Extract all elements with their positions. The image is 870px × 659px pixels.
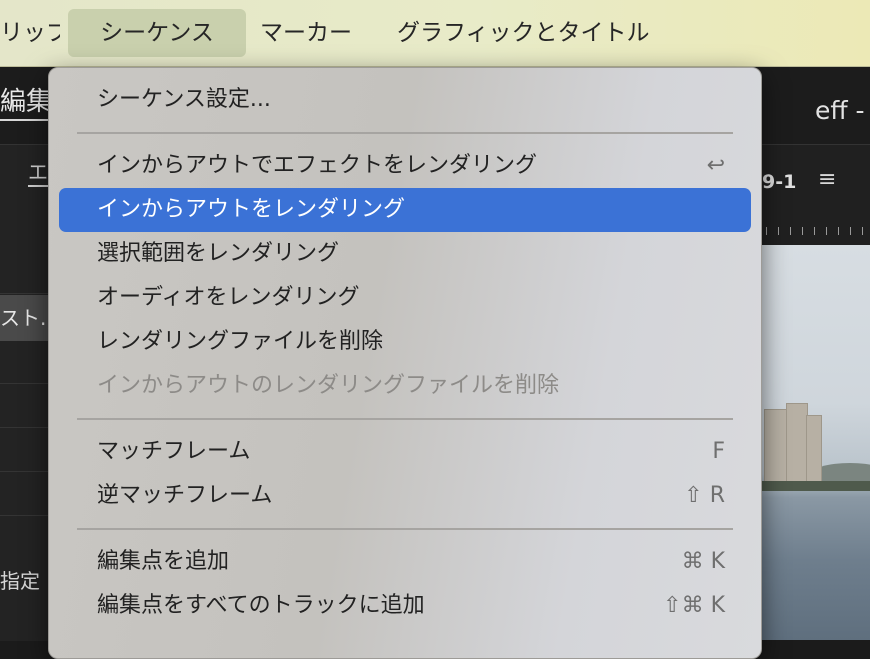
menu-item-highlighted[interactable]: インからアウトをレンダリング: [59, 188, 751, 232]
menu-item-label: マッチフレーム: [97, 439, 251, 464]
workspace-tab-edit[interactable]: 編集: [0, 87, 53, 121]
menu-item-label: 編集点をすべてのトラックに追加: [97, 593, 425, 618]
menu-item-label: オーディオをレンダリング: [97, 285, 360, 310]
sequence-name[interactable]: 9-1: [762, 171, 796, 193]
menu-separator: [77, 528, 733, 530]
menu-item-label: 逆マッチフレーム: [97, 483, 273, 508]
menu-item[interactable]: 編集点をすべてのトラックに追加 ⇧⌘ K: [59, 584, 751, 628]
menu-item-shortcut: ⇧⌘ K: [663, 593, 725, 618]
menu-sequence[interactable]: シーケンス: [68, 9, 246, 57]
menu-marker[interactable]: マーカー: [260, 9, 352, 57]
menu-item-shortcut: ⌘ K: [681, 549, 725, 574]
window-title: eff - 編: [815, 96, 870, 125]
menu-separator: [77, 132, 733, 134]
menu-clip[interactable]: リップ: [0, 9, 60, 57]
panel-label: 指定: [0, 569, 40, 593]
timecode-ruler[interactable]: [760, 227, 870, 239]
menu-item[interactable]: 選択範囲をレンダリング: [59, 232, 751, 276]
program-monitor-video: [760, 245, 870, 640]
video-building: [806, 415, 822, 483]
divider: [0, 427, 48, 428]
menu-item[interactable]: オーディオをレンダリング: [59, 276, 751, 320]
divider: [0, 383, 48, 384]
menu-item[interactable]: マッチフレーム F: [59, 430, 751, 474]
divider: [0, 293, 48, 294]
menu-item-label: インからアウトでエフェクトをレンダリング: [97, 153, 538, 178]
project-panel: エ スト.. 指定: [0, 144, 48, 641]
menu-item-shortcut: ↩: [706, 153, 725, 178]
menu-separator: [77, 418, 733, 420]
menu-item-shortcut: F: [712, 439, 725, 464]
menu-graphics-and-titles[interactable]: グラフィックとタイトル: [397, 9, 650, 57]
sequence-menu-dropdown: シーケンス設定... インからアウトでエフェクトをレンダリング ↩ インからアウトをレ…: [48, 67, 762, 659]
video-building: [786, 403, 808, 483]
menu-item[interactable]: 逆マッチフレーム ⇧ R: [59, 474, 751, 518]
menu-item-disabled: インからアウトのレンダリングファイルを削除: [59, 364, 751, 408]
menu-item-label: シーケンス設定...: [97, 87, 271, 112]
menu-item[interactable]: シーケンス設定...: [59, 78, 751, 122]
menu-item[interactable]: レンダリングファイルを削除: [59, 320, 751, 364]
selected-row[interactable]: スト..: [0, 295, 48, 341]
menu-item-label: インからアウトをレンダリング: [97, 197, 406, 222]
panel-tab[interactable]: エ: [28, 159, 48, 187]
video-building: [764, 409, 788, 483]
menu-item-label: インからアウトのレンダリングファイルを削除: [97, 373, 560, 398]
menu-item-shortcut: ⇧ R: [684, 483, 725, 508]
divider: [0, 515, 48, 516]
hamburger-icon[interactable]: ≡: [818, 167, 836, 192]
menu-item[interactable]: 編集点を追加 ⌘ K: [59, 540, 751, 584]
menu-item[interactable]: インからアウトでエフェクトをレンダリング ↩: [59, 144, 751, 188]
menu-item-label: 編集点を追加: [97, 549, 230, 574]
menu-item-label: レンダリングファイルを削除: [97, 329, 384, 354]
menu-bar: リップ シーケンス マーカー グラフィックとタイトル: [0, 0, 870, 67]
divider: [0, 471, 48, 472]
video-riverbank: [760, 481, 870, 491]
menu-item-label: 選択範囲をレンダリング: [97, 241, 340, 266]
